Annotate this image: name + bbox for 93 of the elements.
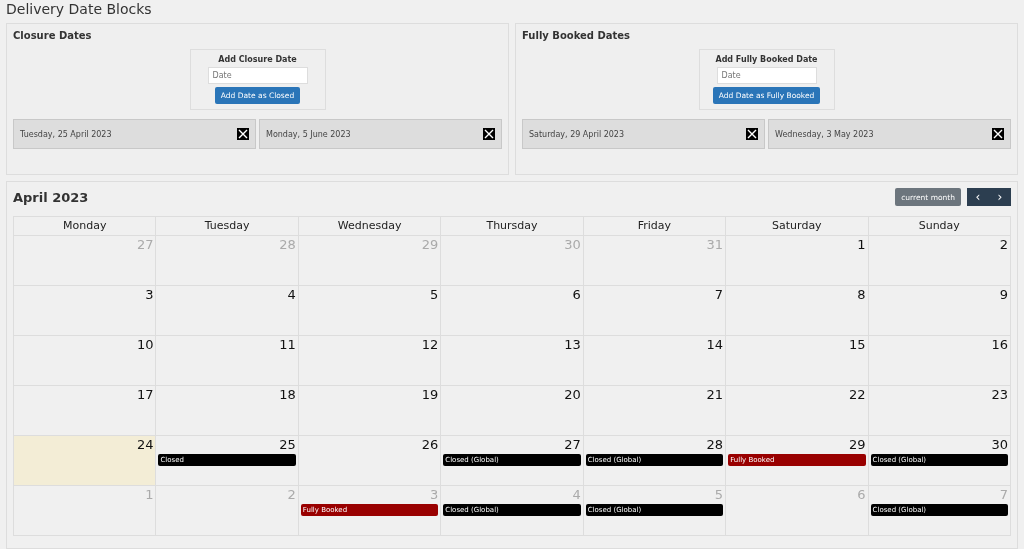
close-button[interactable] bbox=[992, 128, 1004, 140]
day-number: 31 bbox=[706, 237, 724, 253]
weekday-header: Wednesday bbox=[298, 217, 442, 236]
day-number: 7 bbox=[714, 287, 724, 303]
day-cell[interactable]: 20 bbox=[441, 386, 584, 436]
weekday-header: Sunday bbox=[868, 217, 1011, 236]
close-button[interactable] bbox=[746, 128, 758, 140]
day-cell[interactable]: 18 bbox=[156, 386, 299, 436]
day-number: 18 bbox=[279, 387, 296, 403]
panel-title: Fully Booked Dates bbox=[522, 30, 631, 41]
day-number: 21 bbox=[706, 387, 724, 403]
weekday-header: Monday bbox=[14, 217, 157, 236]
day-number: 3 bbox=[145, 287, 154, 303]
close-icon bbox=[238, 129, 248, 139]
day-cell[interactable]: 10 bbox=[14, 336, 157, 386]
day-number: 20 bbox=[564, 387, 581, 403]
day-cell[interactable]: 3 bbox=[14, 286, 157, 336]
day-cell[interactable]: 23 bbox=[868, 386, 1011, 436]
weekday-header: Friday bbox=[583, 217, 727, 236]
day-number: 17 bbox=[136, 387, 154, 403]
day-number: 6 bbox=[857, 487, 866, 503]
day-number: 24 bbox=[136, 437, 154, 453]
date-text: Monday, 5 June 2023 bbox=[266, 129, 351, 139]
close-icon bbox=[993, 129, 1003, 139]
day-cell[interactable]: 14 bbox=[583, 336, 727, 386]
day-number: 16 bbox=[991, 337, 1008, 353]
day-number: 23 bbox=[991, 387, 1008, 403]
day-cell[interactable]: 16 bbox=[868, 336, 1011, 386]
date-input-field[interactable]: Date bbox=[716, 67, 817, 84]
day-number: 27 bbox=[136, 237, 154, 253]
day-cell[interactable]: 12 bbox=[298, 336, 442, 386]
day-cell[interactable]: 13 bbox=[441, 336, 584, 386]
highlighted-day-cell[interactable]: 24 bbox=[14, 436, 157, 486]
form-title: Add Closure Date bbox=[218, 55, 297, 64]
day-number: 1 bbox=[145, 487, 154, 503]
day-number: 26 bbox=[421, 437, 439, 453]
day-cell[interactable]: 7 bbox=[583, 286, 727, 336]
day-number: 14 bbox=[706, 337, 724, 353]
day-number: 6 bbox=[572, 287, 581, 303]
day-number: 7 bbox=[999, 487, 1008, 503]
day-number: 12 bbox=[421, 337, 439, 353]
weekday-header: Tuesday bbox=[156, 217, 299, 236]
day-cell[interactable]: 22 bbox=[726, 386, 869, 436]
day-number: 9 bbox=[999, 287, 1008, 303]
day-number: 4 bbox=[287, 287, 296, 303]
day-number: 10 bbox=[136, 337, 154, 353]
day-cell[interactable]: 2 bbox=[868, 236, 1011, 286]
form-title: Add Fully Booked Date bbox=[715, 55, 818, 64]
panel-title: Closure Dates bbox=[13, 30, 92, 41]
date-input-field[interactable]: Date bbox=[207, 67, 308, 84]
day-cell[interactable]: 9 bbox=[868, 286, 1011, 336]
weekday-header: Thursday bbox=[441, 217, 584, 236]
close-button[interactable] bbox=[483, 128, 495, 140]
day-number: 15 bbox=[849, 337, 866, 353]
day-cell[interactable]: 4 bbox=[156, 286, 299, 336]
day-number: 5 bbox=[714, 487, 724, 503]
day-number: 5 bbox=[430, 287, 439, 303]
day-number: 3 bbox=[430, 487, 439, 503]
day-number: 13 bbox=[564, 337, 581, 353]
day-number: 1 bbox=[857, 237, 866, 253]
close-icon bbox=[484, 129, 494, 139]
day-cell[interactable]: 8 bbox=[726, 286, 869, 336]
date-text: Saturday, 29 April 2023 bbox=[529, 129, 625, 139]
day-number: 4 bbox=[572, 487, 581, 503]
day-cell[interactable]: 26 bbox=[298, 436, 442, 486]
date-text: Tuesday, 25 April 2023 bbox=[20, 129, 112, 139]
day-number: 30 bbox=[991, 437, 1008, 453]
day-cell[interactable]: 15 bbox=[726, 336, 869, 386]
day-cell[interactable]: 6 bbox=[441, 286, 584, 336]
day-cell[interactable]: 21 bbox=[583, 386, 727, 436]
day-cell[interactable]: 1 bbox=[726, 236, 869, 286]
close-icon bbox=[747, 129, 757, 139]
calendar-title: April 2023 bbox=[13, 189, 89, 205]
day-cell[interactable]: 5 bbox=[298, 286, 442, 336]
day-number: 28 bbox=[706, 437, 724, 453]
day-number: 28 bbox=[279, 237, 296, 253]
day-number: 2 bbox=[287, 487, 296, 503]
day-number: 25 bbox=[279, 437, 296, 453]
day-cell[interactable]: 19 bbox=[298, 386, 442, 436]
day-number: 27 bbox=[564, 437, 581, 453]
page-title: Delivery Date Blocks bbox=[6, 0, 153, 19]
day-number: 29 bbox=[421, 237, 439, 253]
day-cell[interactable]: 11 bbox=[156, 336, 299, 386]
day-number: 8 bbox=[857, 287, 866, 303]
day-number: 29 bbox=[849, 437, 866, 453]
day-number: 22 bbox=[849, 387, 866, 403]
date-text: Wednesday, 3 May 2023 bbox=[775, 129, 874, 139]
close-button[interactable] bbox=[237, 128, 249, 140]
day-number: 2 bbox=[999, 237, 1008, 253]
weekday-header: Saturday bbox=[726, 217, 869, 236]
day-number: 19 bbox=[421, 387, 439, 403]
day-number: 30 bbox=[564, 237, 581, 253]
day-number: 11 bbox=[279, 337, 296, 353]
